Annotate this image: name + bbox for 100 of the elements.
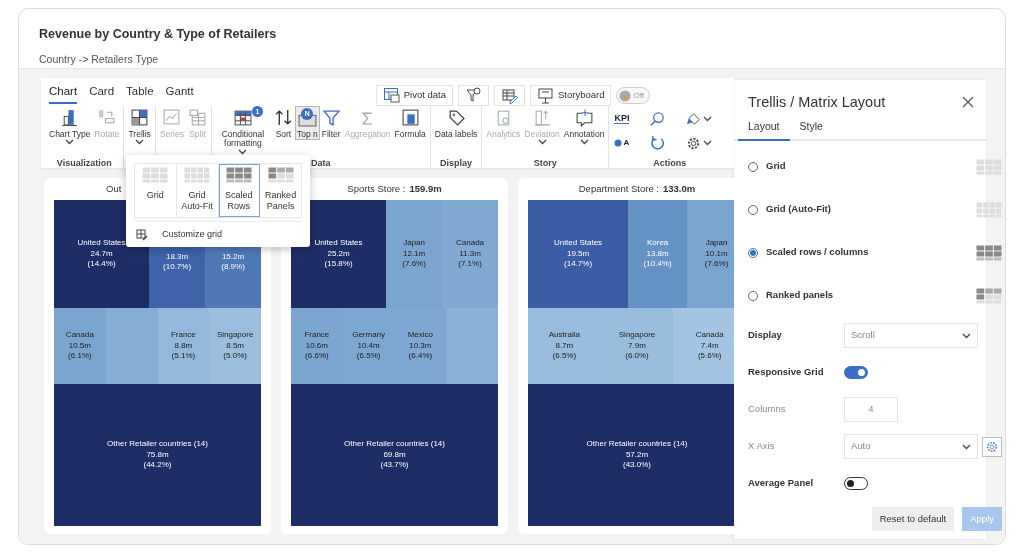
radio-option[interactable]: Ranked panels [748, 274, 834, 317]
dropdown-field[interactable]: Scroll [844, 323, 978, 348]
reset-button[interactable]: Reset to default [871, 506, 955, 531]
group-label: Visualization [56, 157, 112, 168]
share-percent: (6.5%) [356, 351, 381, 362]
ribbon-tab[interactable]: Gantt [165, 82, 194, 104]
revenue-value: 10.6m [305, 340, 328, 352]
country-name: Canada [456, 238, 485, 249]
field-label: Average Panel [748, 476, 815, 491]
share-percent: (10.4%) [643, 259, 672, 270]
revenue-value: 8.5m [226, 340, 244, 352]
revenue-value: 8.7m [555, 340, 574, 352]
share-percent: (7.6%) [402, 259, 426, 270]
action-button[interactable]: A [613, 132, 644, 154]
ribbon-button[interactable]: Sort [271, 106, 295, 141]
country-name: Singapore [216, 330, 254, 341]
treemap-tile[interactable]: Japan 12.1m (7.6%) [386, 200, 443, 308]
panel-tab[interactable]: Layout [738, 119, 790, 141]
revenue-value: 7.4m [700, 340, 719, 352]
report-title: Revenue by Country & Type of Retailers [39, 26, 278, 43]
field-label: Responsive Grid [748, 365, 825, 380]
treemap-tile[interactable]: Canada 10.5m (6.1%) [54, 308, 106, 384]
treemap-tile[interactable]: France 10.6m (6.6%) [291, 308, 343, 384]
toolbar-button[interactable]: Storyboard [530, 85, 612, 106]
country-name: Germany [352, 330, 386, 341]
revenue-value: 10.3m [409, 340, 432, 352]
treemap-tile[interactable]: France 8.8m (5.1%) [157, 308, 210, 384]
share-percent: (6.6%) [305, 351, 329, 362]
field-label: Columns [748, 402, 787, 417]
panel-title: Department Store : [578, 181, 659, 196]
layout-option[interactable]: Scaled Rows [218, 164, 261, 217]
ribbon-tab[interactable]: Table [126, 82, 154, 104]
share-percent: (43.7%) [380, 460, 409, 471]
ribbon-button[interactable]: Chart Type [47, 106, 93, 147]
group-label: Display [440, 157, 472, 168]
revenue-value: 10.5m [68, 340, 91, 352]
report-subtitle: Country -> Retailers Type [39, 51, 160, 67]
share-percent: (44.2%) [143, 460, 172, 471]
revenue-value: 57.2m [625, 449, 649, 461]
treemap-tile[interactable]: Other Retailer countries (14) 75.8m (44.2%) [54, 384, 261, 526]
share-percent: (5.6%) [697, 351, 722, 362]
revenue-value: 75.8m [146, 449, 169, 461]
ribbon-tab[interactable]: Card [89, 82, 115, 104]
ribbon-button[interactable]: Filter [319, 106, 343, 141]
treemap-tile[interactable]: Japan 10.1m (7.6%) [687, 200, 734, 308]
country-name: Japan [705, 238, 728, 249]
radio-option[interactable]: Grid [748, 145, 786, 188]
revenue-value: 24.7m [90, 248, 113, 260]
revenue-value: 15.2m [221, 251, 245, 262]
treemap-tile[interactable]: Singapore 7.9m (6.0%) [600, 308, 674, 384]
share-percent: (5.1%) [171, 351, 196, 362]
country-name: United States [314, 238, 363, 249]
ribbon-button[interactable]: Data labels [432, 106, 480, 141]
country-name: Mexico [407, 330, 434, 341]
panel-total: 159.9m [409, 181, 442, 196]
panel-title: Trellis / Matrix Layout [748, 93, 886, 113]
country-name: Japan [403, 238, 425, 249]
group-label: Actions [653, 157, 687, 168]
radio-option[interactable]: Scaled rows / columns [748, 231, 869, 274]
treemap-tile[interactable]: Mexico 10.3m (6.4%) [394, 308, 447, 384]
share-percent: (15.8%) [324, 259, 353, 270]
share-percent: (14.7%) [564, 259, 593, 270]
share-percent: (8.9%) [221, 262, 245, 273]
country-name: United States [554, 238, 603, 249]
revenue-value: 19.5m [566, 248, 590, 260]
treemap-tile[interactable]: Other Retailer countries (14) 69.8m (43.7%) [291, 384, 498, 526]
revenue-value: 25.2m [327, 248, 350, 260]
treemap-tile[interactable]: Canada 11.3m (7.1%) [442, 200, 498, 308]
ribbon-button[interactable]: Trellis [126, 106, 153, 147]
country-name: France [170, 330, 196, 341]
treemap-tile[interactable]: Australia 8.7m (6.5%) [528, 308, 601, 384]
ribbon-button[interactable]: Formula [392, 106, 428, 141]
treemap-tile[interactable]: Other Retailer countries (14) 57.2m (43.0%) [528, 384, 734, 526]
panel-tab[interactable]: Style [789, 119, 833, 141]
revenue-value: 10.1m [705, 248, 728, 260]
country-name: Other Retailer countries (14) [107, 439, 208, 450]
country-name: Other Retailer countries (14) [586, 439, 688, 450]
panel-title: Out [106, 181, 122, 196]
country-name: Singapore [618, 330, 656, 341]
revenue-value: 11.3m [459, 248, 481, 260]
country-name: United States [77, 238, 126, 249]
share-percent: (6.4%) [408, 351, 433, 362]
treemap-tile[interactable]: United States 19.5m (14.7%) [528, 200, 629, 308]
share-percent: (7.6%) [704, 259, 729, 270]
revenue-value: 69.8m [383, 449, 406, 461]
action-button[interactable]: KPI [613, 108, 644, 130]
ribbon-button[interactable]: Annotation [561, 106, 607, 147]
treemap-tile[interactable]: Singapore 8.5m (5.0%) [209, 308, 261, 384]
country-name: Canada [65, 330, 94, 341]
share-percent: (6.1%) [68, 351, 92, 362]
panel-title: Sports Store : [347, 181, 406, 196]
treemap-tile[interactable]: Canada 7.4m (5.6%) [673, 308, 734, 384]
toolbar-button[interactable]: Pivot data [375, 85, 453, 106]
treemap-tile[interactable]: Germany 10.4m (6.5%) [342, 308, 395, 384]
share-percent: (14.4%) [87, 259, 116, 270]
radio-option[interactable]: Grid (Auto-Fit) [748, 188, 831, 231]
ribbon-tab[interactable]: Chart [49, 82, 78, 104]
menu-item[interactable]: Customize grid [134, 221, 302, 247]
revenue-value: 12.1m [402, 248, 426, 260]
panel-total: 133.0m [663, 181, 696, 196]
